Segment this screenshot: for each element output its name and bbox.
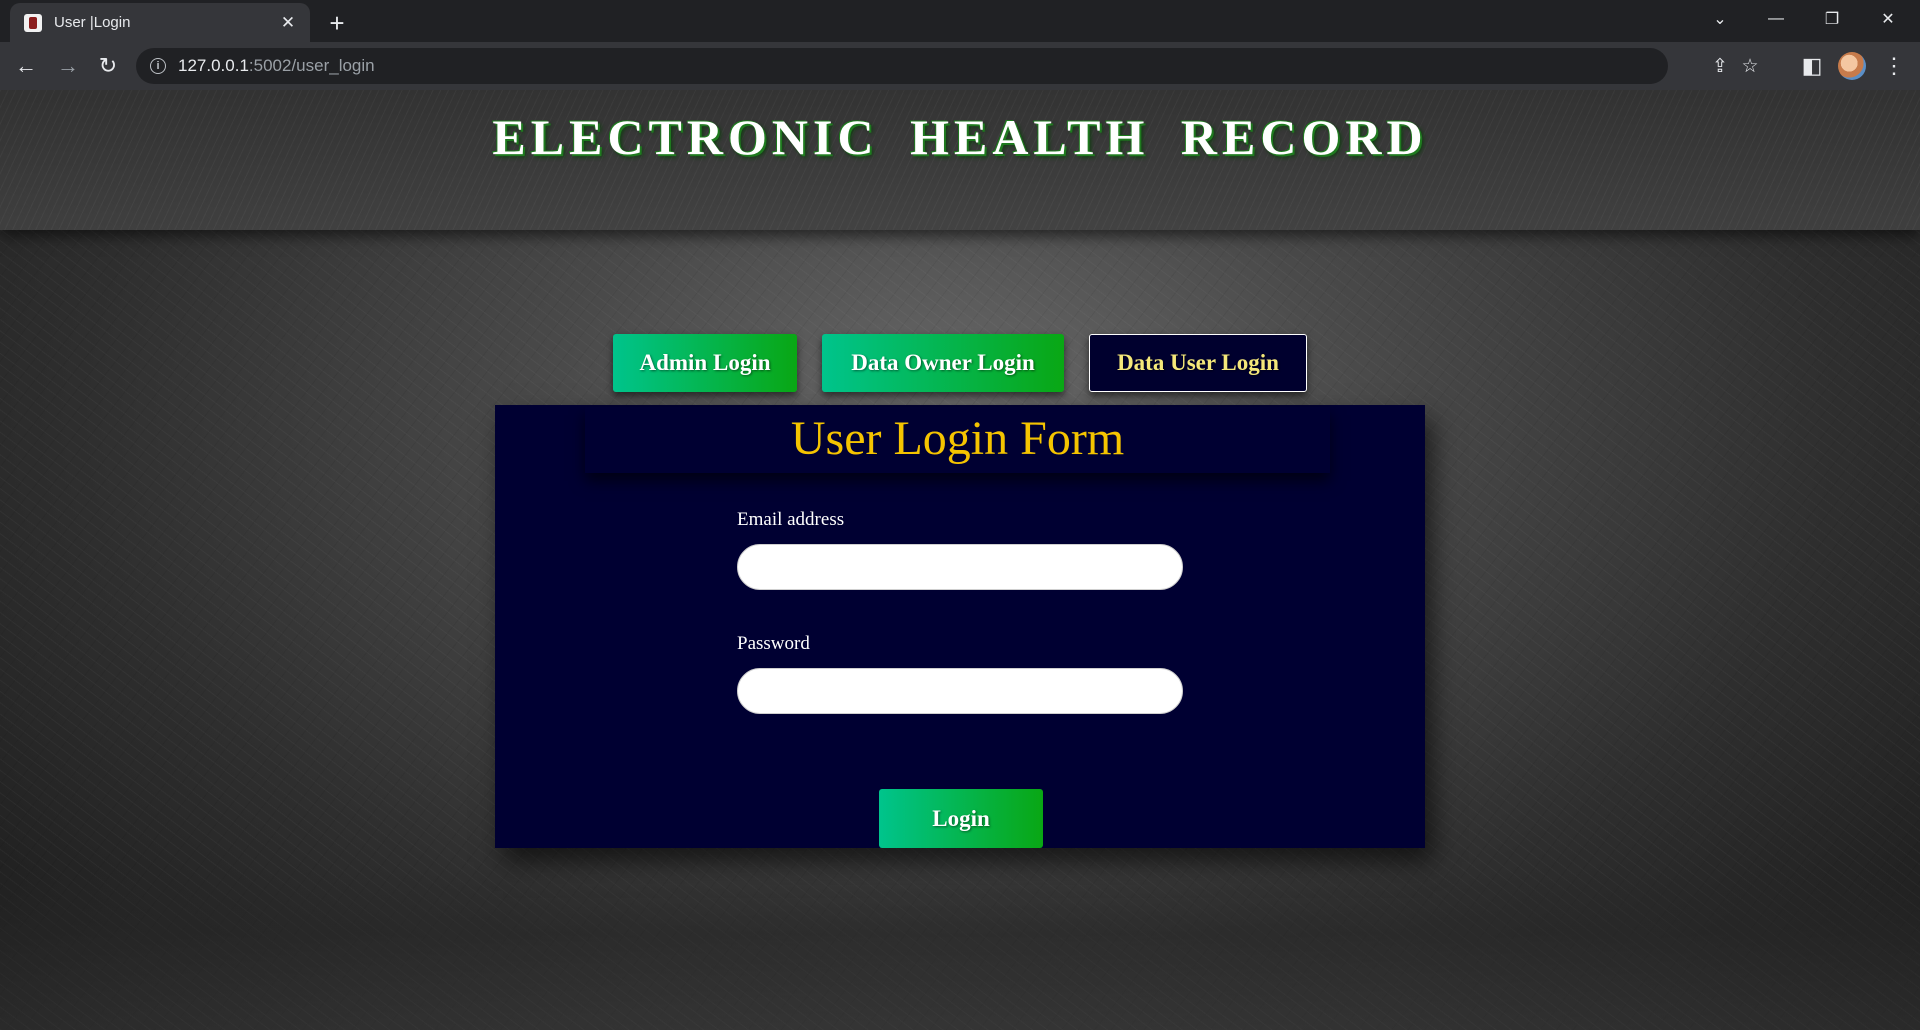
tab-title: User |Login bbox=[54, 14, 131, 31]
email-field[interactable] bbox=[737, 544, 1183, 590]
data-owner-login-button[interactable]: Data Owner Login bbox=[822, 334, 1064, 392]
restore-button[interactable]: ❐ bbox=[1804, 0, 1860, 38]
tab-search-icon[interactable]: ⌄ bbox=[1692, 0, 1748, 38]
password-field[interactable] bbox=[737, 668, 1183, 714]
favicon-icon bbox=[24, 13, 42, 32]
browser-tab[interactable]: User |Login ✕ bbox=[10, 3, 310, 42]
profile-avatar[interactable] bbox=[1838, 52, 1866, 80]
password-label: Password bbox=[737, 633, 810, 654]
address-bar[interactable]: i 127.0.0.1:5002/user_login ⇪ ☆ bbox=[136, 48, 1759, 84]
bookmark-star-icon[interactable]: ☆ bbox=[1734, 48, 1766, 84]
site-title: ELECTRONIC HEALTH RECORD bbox=[492, 109, 1428, 165]
side-panel-icon[interactable]: ◧ bbox=[1796, 50, 1828, 82]
tab-close-icon[interactable]: ✕ bbox=[276, 11, 300, 35]
site-header: ELECTRONIC HEALTH RECORD bbox=[0, 90, 1920, 230]
new-tab-button[interactable]: + bbox=[322, 8, 352, 38]
window-close-button[interactable]: ✕ bbox=[1860, 0, 1916, 38]
form-heading: User Login Form bbox=[585, 407, 1330, 473]
url-path: :5002/user_login bbox=[248, 56, 375, 75]
back-icon[interactable]: ← bbox=[10, 50, 42, 82]
site-info-icon[interactable]: i bbox=[150, 58, 166, 74]
url-host: 127.0.0.1 bbox=[178, 56, 249, 75]
login-form-panel: User Login Form Email address Password L… bbox=[495, 405, 1425, 848]
page-content: ELECTRONIC HEALTH RECORD Admin Login Dat… bbox=[0, 90, 1920, 1030]
login-submit-button[interactable]: Login bbox=[879, 789, 1043, 848]
forward-icon[interactable]: → bbox=[52, 50, 84, 82]
admin-login-button[interactable]: Admin Login bbox=[613, 334, 797, 392]
minimize-button[interactable]: — bbox=[1748, 0, 1804, 38]
share-icon[interactable]: ⇪ bbox=[1704, 48, 1736, 84]
browser-menu-icon[interactable]: ⋮ bbox=[1878, 50, 1910, 82]
email-label: Email address bbox=[737, 509, 845, 530]
data-user-login-button[interactable]: Data User Login bbox=[1089, 334, 1307, 392]
reload-icon[interactable]: ↻ bbox=[92, 50, 124, 82]
browser-tab-bar: User |Login ✕ + ⌄ — ❐ ✕ bbox=[0, 0, 1920, 42]
browser-toolbar: ← → ↻ i 127.0.0.1:5002/user_login ⇪ ☆ ◧ … bbox=[0, 42, 1920, 90]
